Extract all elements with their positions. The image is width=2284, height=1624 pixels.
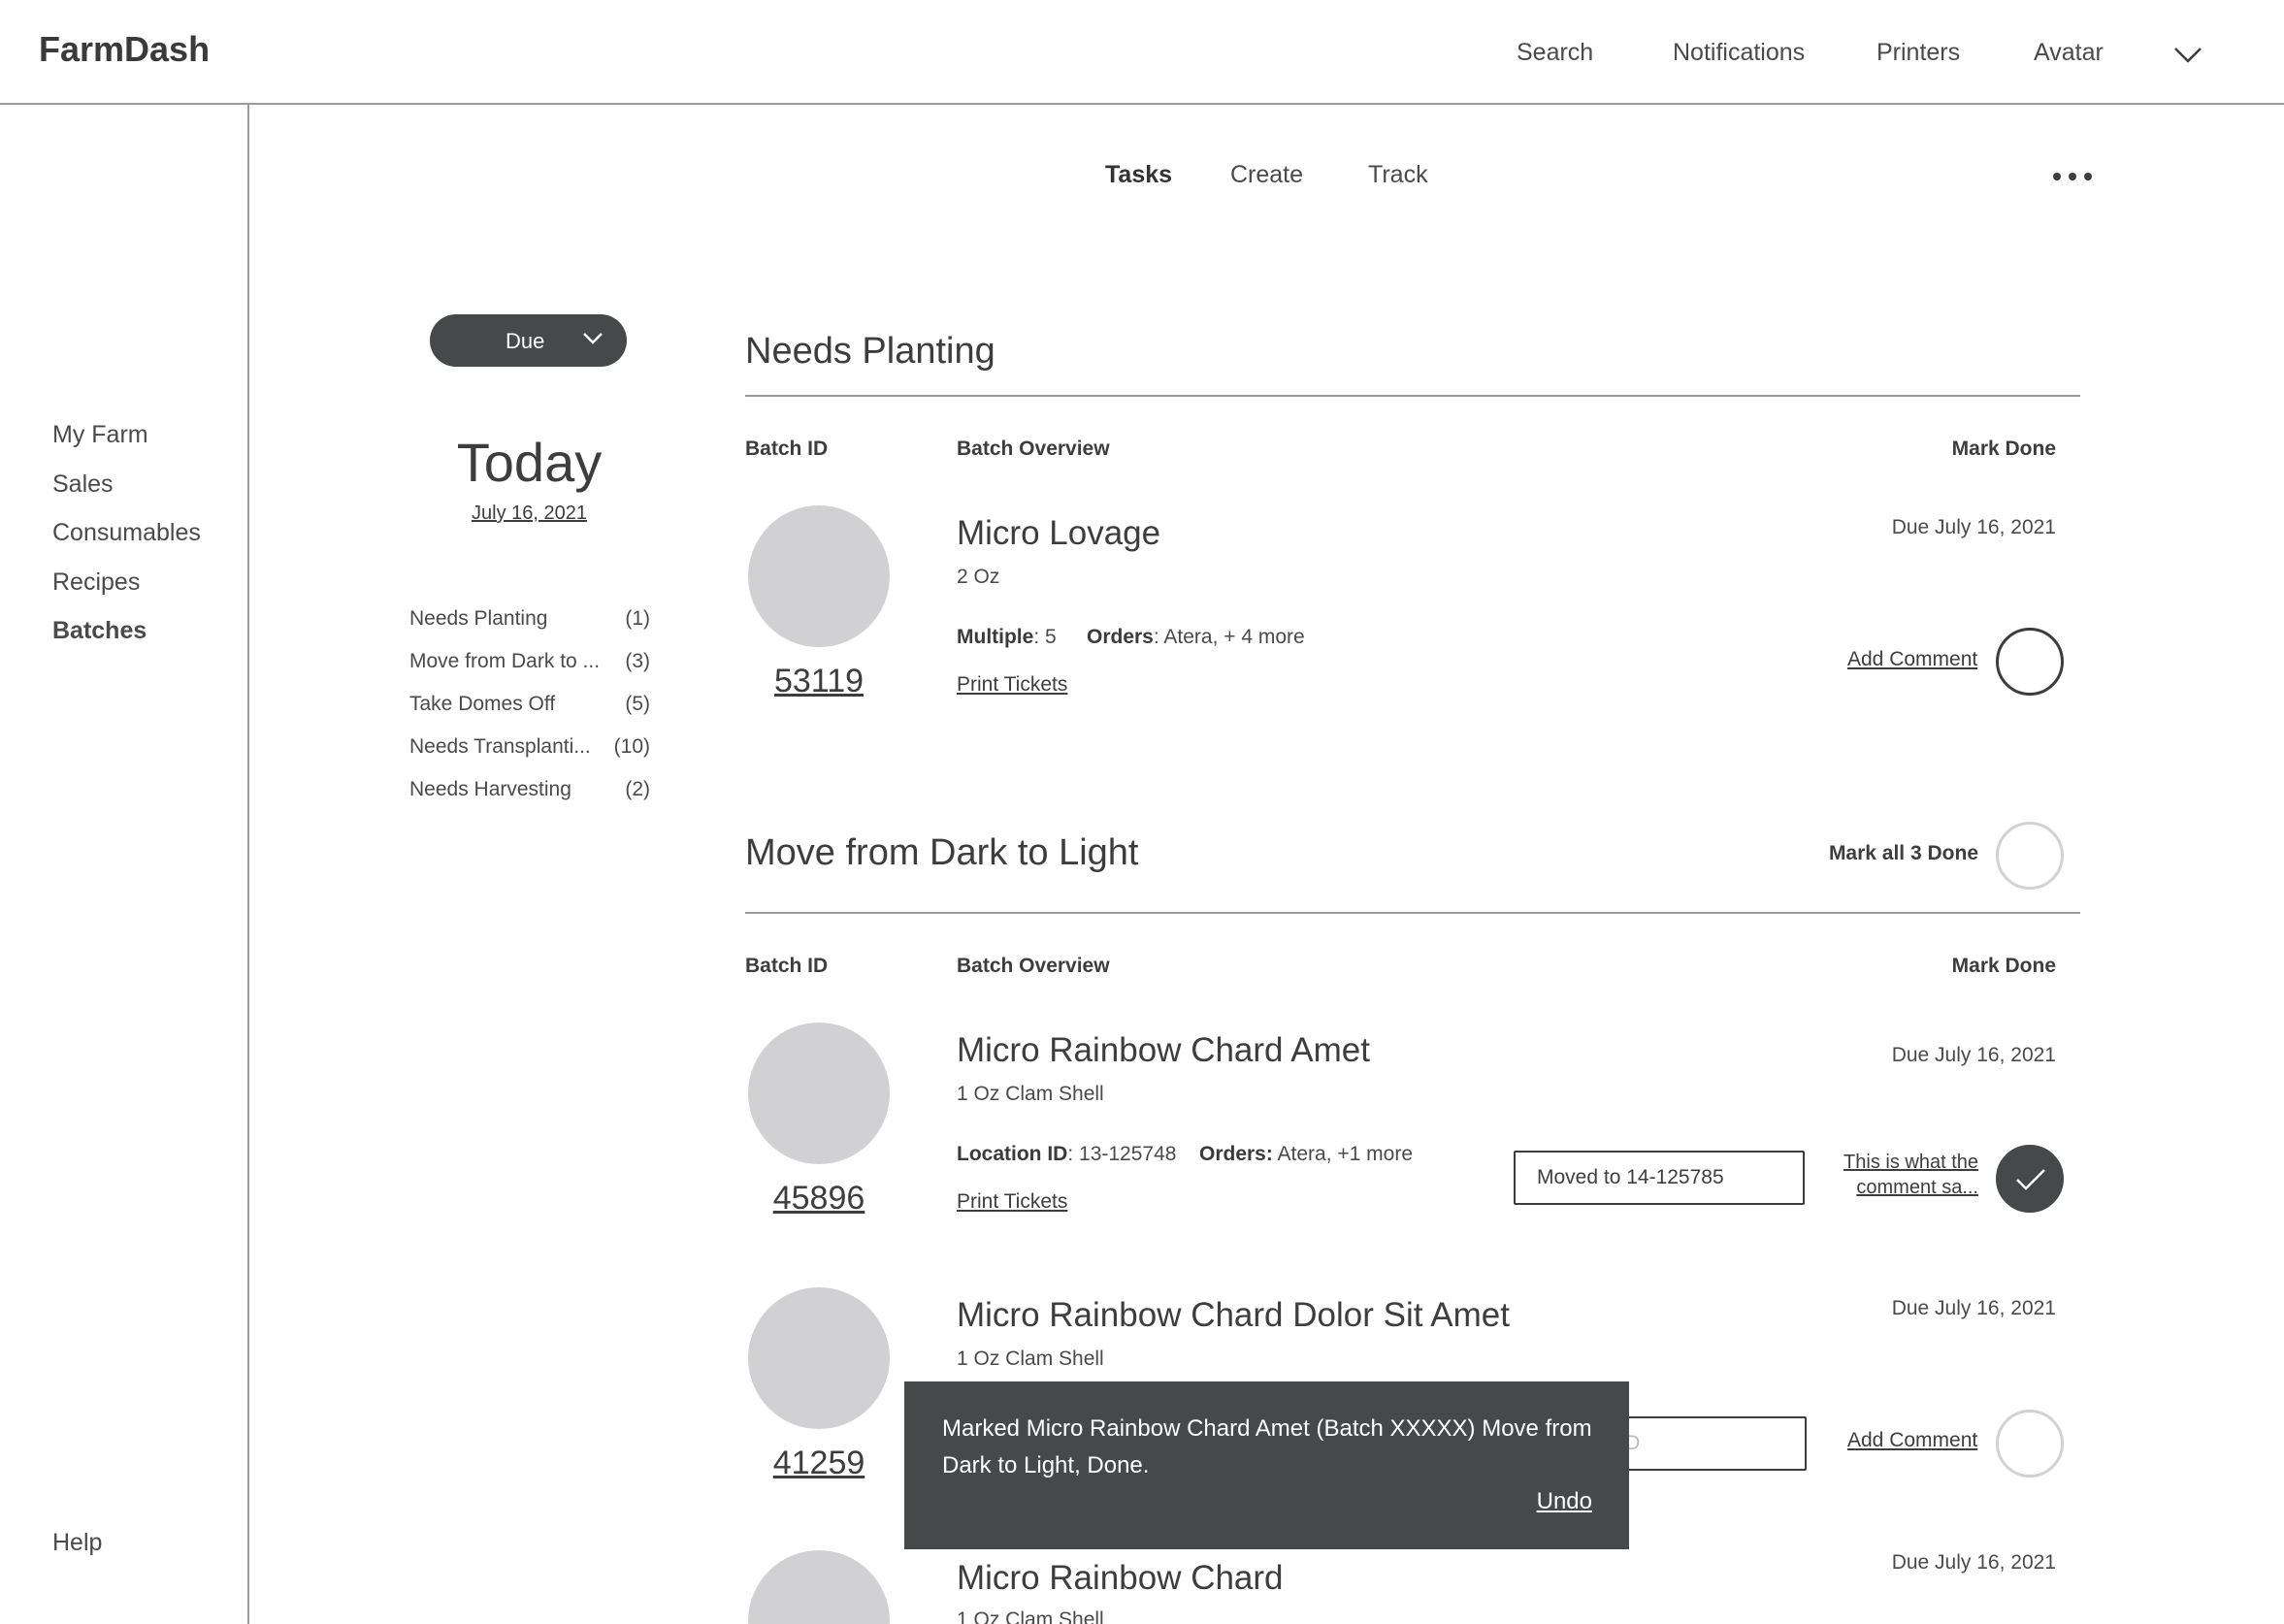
notifications-link[interactable]: Notifications: [1673, 39, 1805, 67]
crop-size: 2 Oz: [957, 566, 1000, 588]
category-name: Move from Dark to ...: [409, 650, 601, 672]
tab-create[interactable]: Create: [1230, 161, 1303, 189]
crop-size: 1 Oz Clam Shell: [957, 1608, 1104, 1624]
category-count: (5): [625, 693, 650, 715]
category-count: (10): [613, 735, 650, 758]
section-title: Move from Dark to Light: [745, 832, 1139, 873]
column-header-batch-id: Batch ID: [745, 438, 829, 460]
category-needs-transplanting[interactable]: Needs Transplanti... (10): [409, 735, 650, 764]
batch-location: Location ID: 13-125748: [957, 1143, 1177, 1165]
batch-id-link[interactable]: 53119: [748, 663, 890, 700]
mark-all-done-checkbox[interactable]: [1996, 822, 2064, 890]
sidebar-item-help[interactable]: Help: [52, 1529, 102, 1557]
sidebar-item-consumables[interactable]: Consumables: [52, 519, 201, 547]
chevron-down-icon: [583, 333, 603, 344]
batch-id-link[interactable]: 45896: [748, 1180, 890, 1218]
add-comment-link[interactable]: Add Comment: [1847, 1429, 1977, 1452]
mark-all-done-label: Mark all 3 Done: [1828, 842, 1978, 864]
category-needs-planting[interactable]: Needs Planting (1): [409, 607, 650, 636]
sidebar: My Farm Sales Consumables Recipes Batche…: [0, 105, 249, 1624]
more-options-icon[interactable]: [2049, 167, 2096, 186]
undo-button[interactable]: Undo: [1537, 1488, 1592, 1515]
category-name: Needs Planting: [409, 607, 548, 630]
avatar-link[interactable]: Avatar: [2034, 39, 2104, 67]
tab-tasks[interactable]: Tasks: [1105, 161, 1172, 189]
print-tickets-link[interactable]: Print Tickets: [957, 673, 1067, 697]
date-link[interactable]: July 16, 2021: [430, 503, 629, 525]
batch-id-link[interactable]: 41259: [748, 1445, 890, 1482]
column-header-batch-overview: Batch Overview: [957, 955, 1110, 977]
crop-size: 1 Oz Clam Shell: [957, 1348, 1104, 1370]
category-take-domes-off[interactable]: Take Domes Off (5): [409, 693, 650, 722]
due-date: Due July 16, 2021: [1891, 1044, 2056, 1066]
add-comment-link[interactable]: Add Comment: [1847, 648, 1977, 671]
crop-name: Micro Rainbow Chard: [957, 1559, 1284, 1597]
due-date: Due July 16, 2021: [1891, 1297, 2056, 1319]
column-header-batch-overview: Batch Overview: [957, 438, 1110, 460]
crop-name: Micro Rainbow Chard Dolor Sit Amet: [957, 1296, 1510, 1334]
category-count: (2): [625, 778, 650, 800]
chevron-down-icon[interactable]: [2173, 47, 2202, 64]
category-needs-harvesting[interactable]: Needs Harvesting (2): [409, 778, 650, 807]
top-navigation-bar: FarmDash Search Notifications Printers A…: [0, 0, 2284, 105]
due-filter-dropdown[interactable]: Due: [430, 314, 627, 367]
category-move-dark-to-light[interactable]: Move from Dark to ... (3): [409, 650, 650, 679]
column-header-batch-id: Batch ID: [745, 955, 829, 977]
due-date: Due July 16, 2021: [1891, 1551, 2056, 1574]
batch-image: [748, 1023, 890, 1164]
column-header-mark-done: Mark Done: [1951, 955, 2056, 977]
sidebar-item-my-farm[interactable]: My Farm: [52, 421, 148, 449]
crop-size: 1 Oz Clam Shell: [957, 1083, 1104, 1105]
category-name: Take Domes Off: [409, 693, 556, 715]
sidebar-item-recipes[interactable]: Recipes: [52, 568, 140, 597]
section-divider: [745, 912, 2080, 914]
category-name: Needs Harvesting: [409, 778, 571, 800]
sidebar-item-sales[interactable]: Sales: [52, 471, 114, 499]
batch-multiple: Multiple: 5: [957, 626, 1057, 648]
toast-message: Marked Micro Rainbow Chard Amet (Batch X…: [942, 1415, 1592, 1478]
sidebar-item-batches[interactable]: Batches: [52, 617, 147, 645]
mark-done-checkbox[interactable]: [1996, 628, 2064, 696]
category-count: (3): [625, 650, 650, 672]
crop-name: Micro Lovage: [957, 514, 1161, 552]
location-id-input[interactable]: [1514, 1151, 1805, 1205]
due-filter-label: Due: [506, 329, 545, 353]
batch-orders: Orders: Atera, + 4 more: [1087, 626, 1305, 648]
crop-name: Micro Rainbow Chard Amet: [957, 1031, 1370, 1069]
batch-orders: Orders: Atera, +1 more: [1199, 1143, 1414, 1165]
checkmark-icon: [2016, 1169, 2045, 1190]
batch-image: [748, 505, 890, 647]
section-divider: [745, 395, 2080, 397]
mark-done-checkbox[interactable]: [1996, 1145, 2064, 1213]
category-count: (1): [625, 607, 650, 630]
undo-toast: Marked Micro Rainbow Chard Amet (Batch X…: [904, 1381, 1629, 1549]
today-heading: Today: [456, 432, 603, 493]
column-header-mark-done: Mark Done: [1951, 438, 2056, 460]
app-logo[interactable]: FarmDash: [39, 29, 210, 70]
batch-image: [748, 1550, 890, 1624]
batch-image: [748, 1287, 890, 1429]
tab-track[interactable]: Track: [1368, 161, 1428, 189]
mark-done-checkbox[interactable]: [1996, 1410, 2064, 1478]
printers-link[interactable]: Printers: [1876, 39, 1960, 67]
category-name: Needs Transplanti...: [409, 735, 591, 758]
print-tickets-link[interactable]: Print Tickets: [957, 1190, 1067, 1214]
search-link[interactable]: Search: [1517, 39, 1593, 67]
due-date: Due July 16, 2021: [1891, 516, 2056, 538]
comment-link[interactable]: This is what the comment sa...: [1823, 1150, 1978, 1200]
section-title: Needs Planting: [745, 331, 995, 372]
